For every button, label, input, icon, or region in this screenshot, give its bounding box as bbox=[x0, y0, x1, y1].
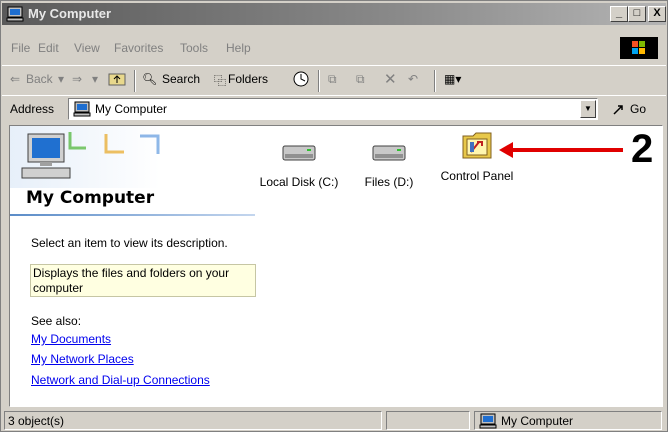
item-label: Control Panel bbox=[440, 169, 514, 183]
address-dropdown-button[interactable]: ▼ bbox=[580, 100, 596, 118]
description-box: Displays the files and folders on your c… bbox=[30, 264, 256, 297]
folders-button-label[interactable]: Folders bbox=[228, 72, 268, 86]
menu-tools[interactable]: Tools bbox=[180, 41, 208, 55]
go-label: Go bbox=[630, 102, 647, 116]
item-label: Files (D:) bbox=[364, 175, 414, 189]
menu-file[interactable]: File bbox=[11, 41, 30, 55]
item-files-d[interactable]: Files (D:) bbox=[344, 136, 434, 189]
content-pane: My Computer Select an item to view its d… bbox=[9, 125, 663, 407]
views-icon[interactable]: ▦▾ bbox=[444, 72, 461, 86]
search-icon[interactable]: 🔍︎ bbox=[142, 72, 157, 86]
status-panel-empty bbox=[386, 411, 470, 430]
move-to-icon[interactable]: ⧉ bbox=[328, 72, 337, 87]
toolbar-separator bbox=[134, 70, 136, 92]
forward-dropdown-icon[interactable]: ▾ bbox=[92, 72, 98, 86]
computer-icon bbox=[21, 133, 71, 179]
maximize-button[interactable]: □ bbox=[628, 6, 646, 22]
menu-bar: File Edit View Favorites Tools Help bbox=[2, 36, 666, 59]
hard-drive-icon bbox=[282, 145, 316, 161]
minimize-button[interactable]: _ bbox=[610, 6, 628, 22]
menu-view[interactable]: View bbox=[74, 41, 100, 55]
status-location-text: My Computer bbox=[501, 414, 574, 428]
copy-to-icon[interactable]: ⧉ bbox=[356, 72, 365, 87]
annotation-arrow bbox=[499, 142, 623, 158]
selection-prompt: Select an item to view its description. bbox=[31, 236, 228, 250]
menu-edit[interactable]: Edit bbox=[38, 41, 59, 55]
undo-icon[interactable]: ↶ bbox=[408, 72, 418, 86]
status-location: My Computer bbox=[474, 411, 662, 430]
folders-icon[interactable]: ⿻ bbox=[214, 72, 226, 89]
go-arrow-icon bbox=[613, 105, 623, 115]
my-computer-icon bbox=[479, 413, 497, 429]
address-bar: Address My Computer ▼ Go bbox=[2, 95, 666, 121]
menu-help[interactable]: Help bbox=[226, 41, 251, 55]
banner-title: My Computer bbox=[26, 188, 155, 208]
my-computer-icon bbox=[6, 6, 24, 22]
close-button[interactable]: X bbox=[648, 6, 666, 22]
go-button[interactable]: Go bbox=[610, 99, 660, 119]
windows-flag-icon bbox=[632, 41, 645, 54]
status-count-text: 3 object(s) bbox=[8, 414, 65, 428]
link-my-network-places[interactable]: My Network Places bbox=[31, 352, 134, 366]
windows-logo bbox=[620, 37, 658, 59]
status-object-count: 3 object(s) bbox=[4, 411, 382, 430]
menu-favorites[interactable]: Favorites bbox=[114, 41, 163, 55]
standard-toolbar: ⇐ Back ▾ ⇒ ▾ 🔍︎ Search ⿻ Folders ⧉ ⧉ ✕ ↶… bbox=[2, 65, 666, 93]
banner-underline bbox=[10, 214, 255, 216]
control-panel-icon bbox=[462, 132, 492, 159]
address-value: My Computer bbox=[95, 102, 168, 116]
address-label: Address bbox=[10, 102, 55, 116]
see-also-label: See also: bbox=[31, 314, 82, 328]
folder-banner: My Computer bbox=[10, 126, 255, 216]
toolbar-separator bbox=[434, 70, 436, 92]
up-folder-icon[interactable] bbox=[108, 70, 126, 89]
back-dropdown-icon[interactable]: ▾ bbox=[58, 72, 64, 86]
window-title: My Computer bbox=[28, 6, 112, 21]
back-arrow-icon[interactable]: ⇐ bbox=[10, 72, 20, 86]
history-icon[interactable] bbox=[292, 70, 310, 91]
status-bar: 3 object(s) My Computer bbox=[2, 409, 666, 431]
forward-button[interactable]: ⇒ bbox=[72, 72, 82, 86]
link-network-dialup[interactable]: Network and Dial-up Connections bbox=[31, 373, 210, 387]
link-my-documents[interactable]: My Documents bbox=[31, 332, 111, 346]
address-input[interactable]: My Computer ▼ bbox=[68, 98, 598, 120]
toolbar-separator bbox=[318, 70, 320, 92]
item-local-disk-c[interactable]: Local Disk (C:) bbox=[254, 136, 344, 189]
delete-icon[interactable]: ✕ bbox=[384, 70, 397, 88]
my-computer-icon bbox=[73, 101, 91, 117]
hard-drive-icon bbox=[372, 145, 406, 161]
item-label: Local Disk (C:) bbox=[259, 175, 339, 189]
back-button-label[interactable]: Back bbox=[26, 72, 53, 86]
search-button-label[interactable]: Search bbox=[162, 72, 200, 86]
annotation-number: 2 bbox=[631, 127, 654, 171]
explorer-window: My Computer _ □ X File Edit View Favorit… bbox=[0, 0, 668, 432]
title-bar[interactable]: My Computer _ □ X bbox=[2, 3, 666, 25]
